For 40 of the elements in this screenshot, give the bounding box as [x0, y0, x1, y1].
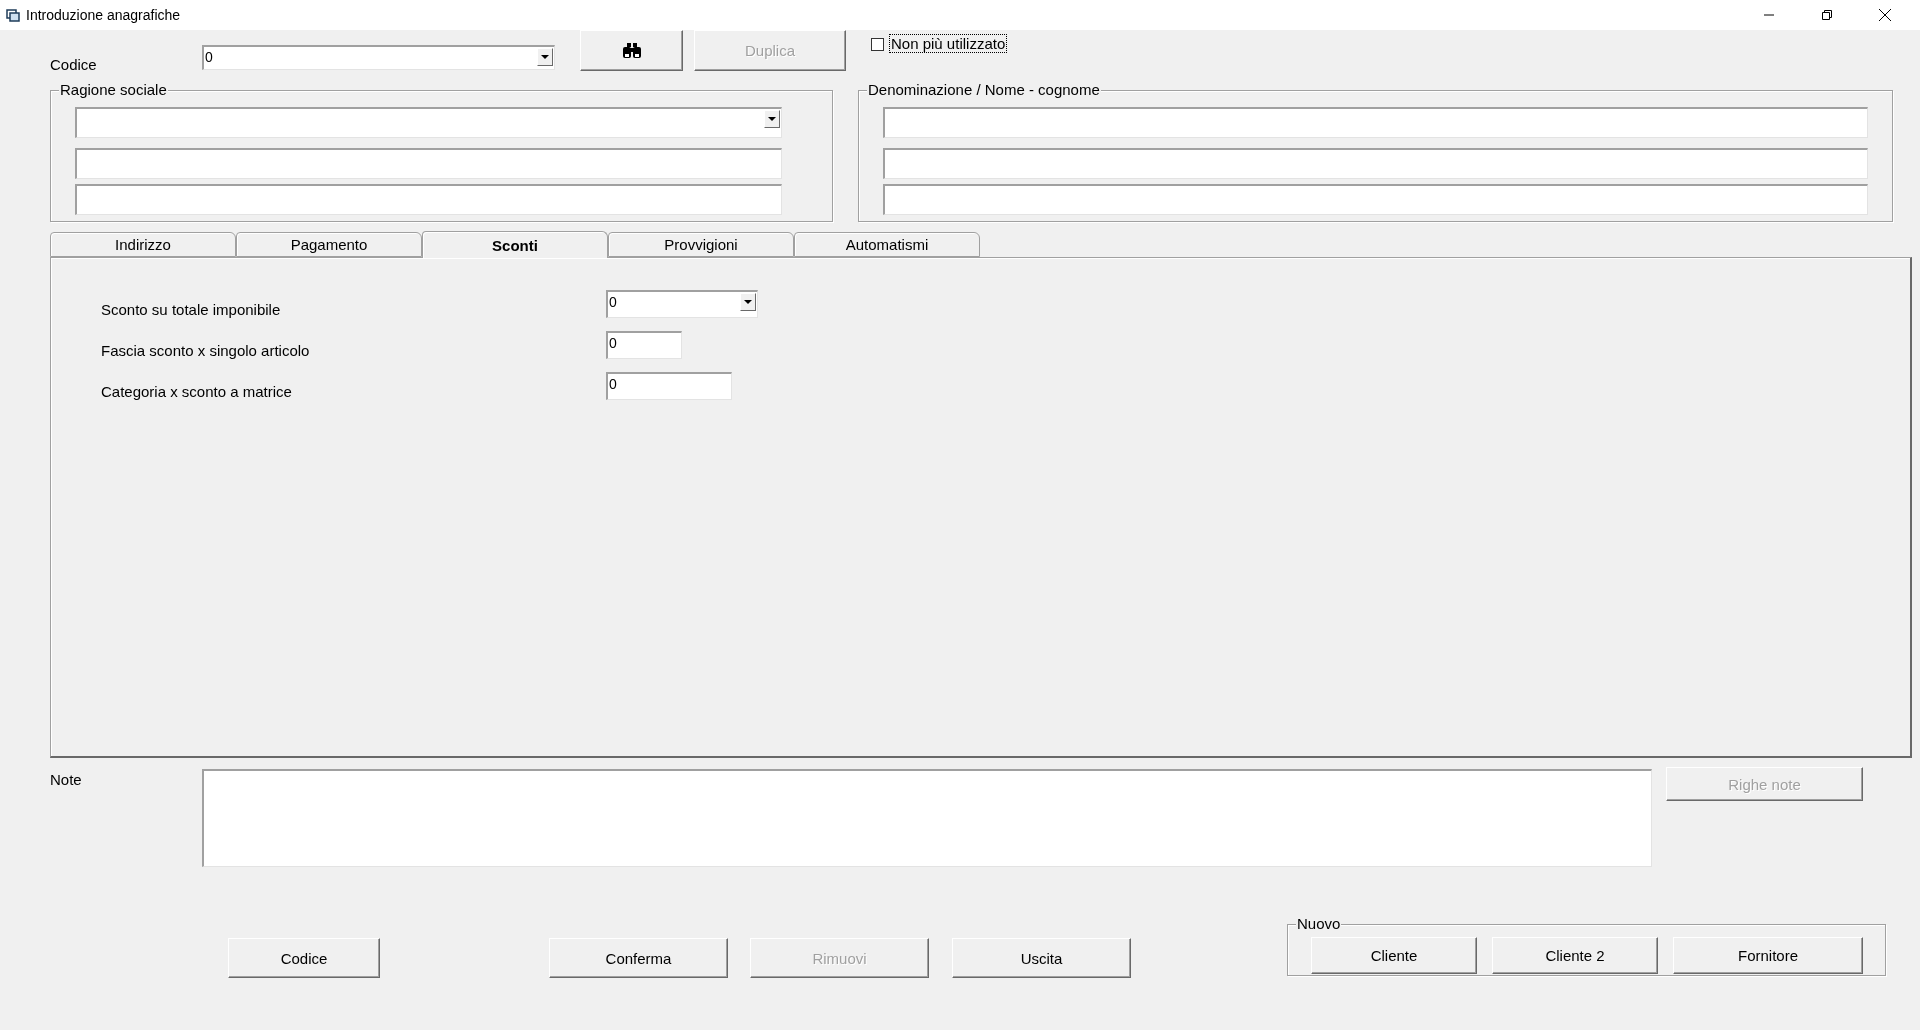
field-label: Fascia sconto x singolo articolo — [101, 342, 311, 359]
new-record-button[interactable]: Fornitore — [1673, 936, 1863, 974]
input-field[interactable] — [883, 148, 1868, 179]
group-title: Denominazione / Nome - cognome — [867, 81, 1101, 99]
combo-box[interactable]: 0 — [606, 290, 758, 318]
dropdown-arrow-icon — [768, 117, 776, 121]
tab[interactable]: Indirizzo — [50, 232, 236, 257]
code-label: Codice — [50, 56, 98, 73]
notes-field[interactable] — [202, 769, 1652, 867]
search-button[interactable] — [580, 30, 683, 71]
close-icon — [1879, 9, 1891, 21]
input-field[interactable]: 0 — [606, 372, 732, 400]
input-field[interactable] — [883, 184, 1868, 215]
window-title: Introduzione anagrafiche — [26, 7, 182, 23]
combo-box[interactable]: 0 — [202, 45, 555, 70]
new-record-button[interactable]: Cliente 2 — [1492, 936, 1658, 974]
tab[interactable]: Pagamento — [236, 232, 422, 257]
input-field[interactable]: 0 — [606, 331, 682, 359]
tab[interactable]: Automatismi — [794, 232, 980, 257]
action-button[interactable]: Uscita — [952, 938, 1131, 978]
checkbox-label[interactable]: Non più utilizzato — [889, 34, 1008, 53]
field-label: Sconto su totale imponibile — [101, 301, 282, 318]
action-button[interactable]: Conferma — [549, 938, 728, 978]
tab[interactable]: Provvigioni — [608, 232, 794, 257]
window-icon — [6, 8, 20, 22]
dropdown-arrow-icon — [744, 300, 752, 304]
binoculars-icon — [621, 42, 642, 59]
new-record-button[interactable]: Cliente — [1311, 936, 1477, 974]
dropdown-arrow-icon — [541, 55, 549, 59]
action-button[interactable]: Codice — [228, 938, 380, 978]
input-field[interactable] — [75, 184, 782, 215]
field-label: Categoria x sconto a matrice — [101, 383, 293, 400]
tab[interactable]: Sconti — [422, 231, 608, 258]
input-field[interactable] — [75, 148, 782, 179]
input-field[interactable] — [883, 107, 1868, 138]
notes-label: Note — [50, 771, 83, 788]
group-title: Ragione sociale — [59, 81, 168, 99]
checkbox[interactable] — [871, 38, 884, 51]
restore-icon — [1822, 10, 1832, 20]
combo-box[interactable] — [75, 107, 782, 138]
